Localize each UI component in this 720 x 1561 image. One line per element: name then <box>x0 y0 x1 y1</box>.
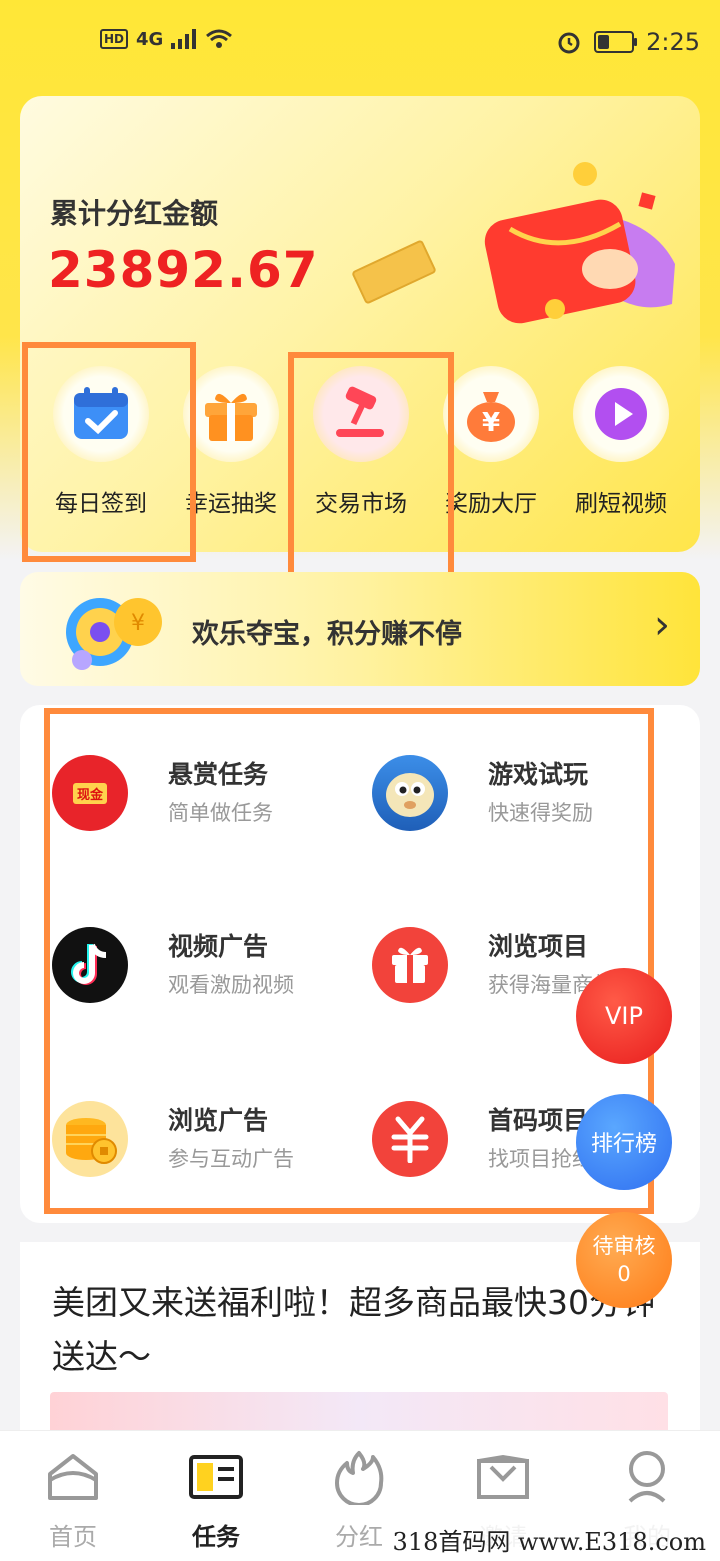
home-icon <box>8 1447 138 1507</box>
tab-label: 首页 <box>49 1523 97 1551</box>
clock: 2:25 <box>646 28 700 56</box>
leaderboard-button[interactable]: 排行榜 <box>576 1094 672 1190</box>
battery-icon <box>594 31 638 53</box>
tab-home[interactable]: 首页 <box>8 1447 138 1552</box>
feature-circle <box>183 366 279 462</box>
tab-label: 任务 <box>192 1523 240 1551</box>
vip-label: VIP <box>605 1002 643 1030</box>
svg-text:¥: ¥ <box>131 611 145 636</box>
chevron-right-icon: › <box>654 602 670 648</box>
leaderboard-label: 排行榜 <box>590 1132 657 1157</box>
svg-text:¥: ¥ <box>482 408 500 438</box>
feature-short-video[interactable]: 刷短视频 <box>556 366 686 518</box>
signal-icon <box>171 29 197 49</box>
highlight-box <box>288 352 454 584</box>
wifi-icon <box>206 29 233 48</box>
vip-button[interactable]: VIP <box>576 968 672 1064</box>
money-bag-icon: ¥ <box>467 392 515 442</box>
status-left: HD 4G <box>100 28 233 50</box>
status-bar: HD 4G 2:25 <box>0 0 720 84</box>
battery-fill <box>598 35 610 49</box>
highlight-box <box>22 342 196 562</box>
alarm-icon <box>558 32 580 54</box>
pending-review-count: 0 <box>617 1262 631 1286</box>
feature-circle <box>573 366 669 462</box>
gift-box-icon <box>205 393 257 441</box>
ticket-illustration <box>351 239 437 305</box>
status-right: 2:25 <box>556 28 700 56</box>
dividend-label: 累计分红金额 <box>50 197 219 230</box>
banner-text: 欢乐夺宝，积分赚不停 <box>192 619 462 650</box>
network-indicator: 4G <box>136 28 164 50</box>
pending-review-label: 待审核 <box>592 1234 656 1258</box>
invite-envelope-icon <box>438 1447 568 1507</box>
bottom-tab-bar: 首页 任务 分红 邀请 我的 318首码网 www.E318.com <box>0 1430 720 1561</box>
dividend-amount: 23892.67 <box>48 241 319 299</box>
feature-circle: ¥ <box>443 366 539 462</box>
hd-badge: HD <box>100 29 129 49</box>
flame-icon <box>294 1447 424 1507</box>
watermark: 318首码网 www.E318.com <box>388 1522 710 1557</box>
treasure-banner[interactable]: ¥ 欢乐夺宝，积分赚不停 › <box>20 572 700 686</box>
task-book-icon <box>151 1447 281 1507</box>
profile-icon <box>582 1447 712 1507</box>
play-icon <box>595 388 647 440</box>
treasure-coin-icon: ¥ <box>66 598 162 670</box>
highlight-box <box>44 708 654 1214</box>
tab-tasks[interactable]: 任务 <box>151 1447 281 1552</box>
pending-review-button[interactable]: 待审核 0 <box>576 1212 672 1308</box>
feature-label: 刷短视频 <box>575 491 667 517</box>
red-envelope-hand-illustration <box>484 162 675 324</box>
